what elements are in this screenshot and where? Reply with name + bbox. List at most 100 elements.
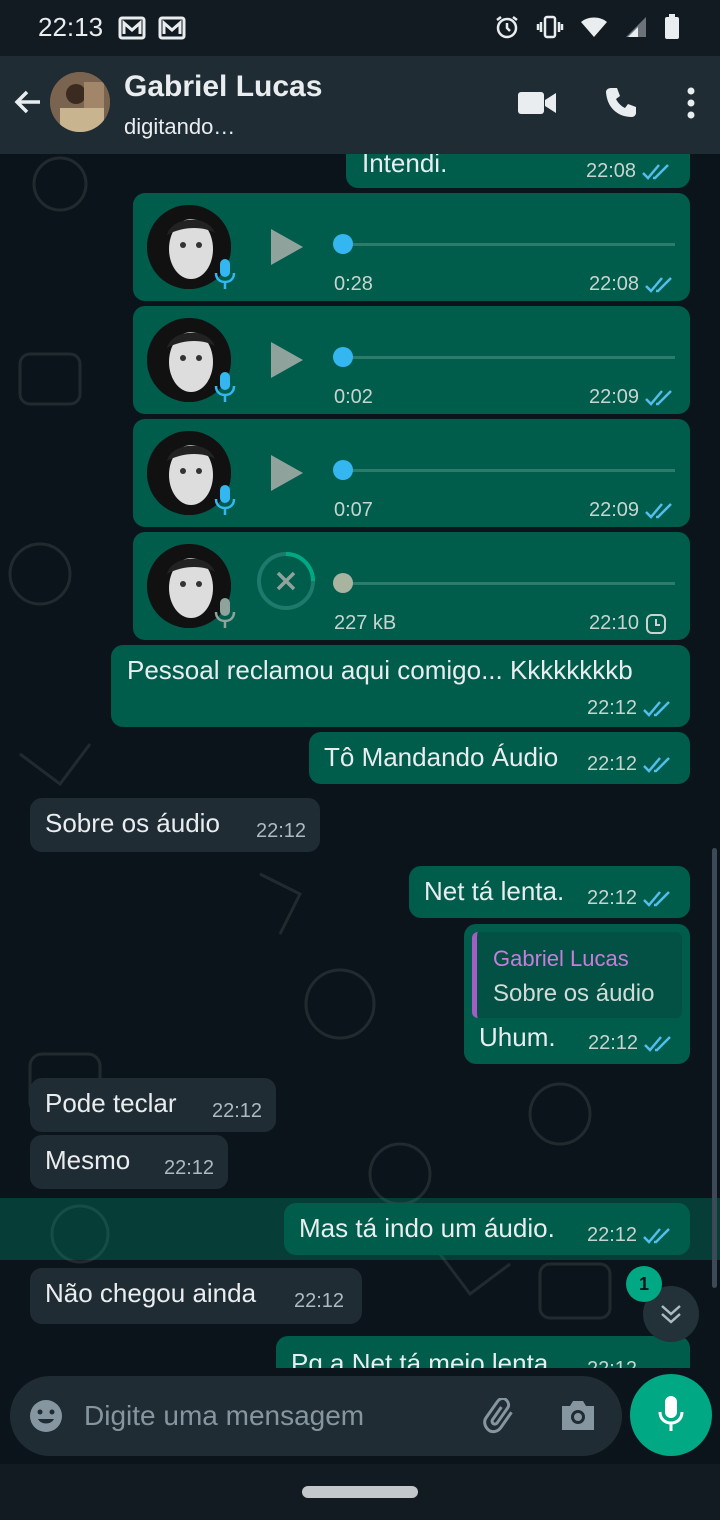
- battery-icon: [665, 14, 679, 39]
- contact-name[interactable]: Gabriel Lucas: [124, 70, 322, 104]
- gmail-icon: [118, 16, 146, 40]
- message-text: Intendi.: [362, 154, 448, 178]
- composer: Digite uma mensagem: [0, 1368, 720, 1464]
- message-time: 22:12: [164, 1157, 215, 1179]
- audio-duration: 0:07: [334, 499, 373, 521]
- microphone-icon: [214, 259, 236, 289]
- message-time: 22:12: [256, 820, 307, 842]
- gmail-icon: [158, 16, 186, 40]
- play-icon[interactable]: [269, 227, 305, 267]
- message-text: Pode teclar: [45, 1088, 177, 1118]
- double-check-read-icon: [642, 163, 669, 180]
- message-outgoing[interactable]: Net tá lenta. 22:12: [409, 866, 690, 918]
- message-text: Sobre os áudio: [45, 808, 220, 838]
- message-time: 22:12: [588, 1032, 639, 1054]
- attach-icon[interactable]: [482, 1398, 522, 1434]
- unread-count-badge: 1: [626, 1266, 662, 1302]
- more-options-icon[interactable]: [686, 87, 696, 119]
- message-text: Pq a Net tá meio lenta: [291, 1348, 549, 1368]
- audio-message[interactable]: 0:07 22:09: [133, 419, 690, 527]
- message-time: 22:09: [589, 386, 640, 408]
- status-bar: 22:13: [0, 0, 720, 56]
- double-check-read-icon: [643, 1227, 670, 1244]
- message-outgoing[interactable]: Pessoal reclamou aqui comigo... Kkkkkkkk…: [111, 645, 690, 727]
- video-call-icon[interactable]: [518, 90, 556, 116]
- double-check-read-icon: [643, 700, 670, 717]
- audio-seek-handle[interactable]: [333, 573, 353, 593]
- message-time: 22:12: [587, 887, 638, 909]
- double-check-read-icon: [645, 389, 672, 406]
- message-text: Uhum.: [479, 1022, 556, 1052]
- audio-size: 227 kB: [334, 612, 397, 634]
- audio-seek-handle[interactable]: [333, 234, 353, 254]
- back-arrow-icon[interactable]: [10, 84, 46, 120]
- message-time: 22:12: [212, 1100, 263, 1122]
- quoted-sender: Gabriel Lucas: [493, 946, 629, 971]
- message-text: Mesmo: [45, 1145, 131, 1175]
- wifi-icon: [581, 17, 607, 37]
- message-incoming[interactable]: Sobre os áudio 22:12: [30, 798, 320, 852]
- chat-header: Gabriel Lucas digitando…: [0, 56, 720, 154]
- message-incoming[interactable]: Não chegou ainda 22:12: [30, 1268, 362, 1324]
- message-time: 22:10: [589, 612, 640, 634]
- double-check-read-icon: [644, 1035, 671, 1052]
- record-voice-button[interactable]: [630, 1374, 712, 1456]
- vibrate-icon: [536, 15, 564, 39]
- message-outgoing-reply[interactable]: Gabriel Lucas Sobre os áudio Uhum. 22:12: [464, 924, 690, 1064]
- message-time: 22:12: [294, 1290, 345, 1312]
- scrollbar[interactable]: [712, 848, 717, 1288]
- audio-message-pending[interactable]: 227 kB 22:10: [133, 532, 690, 640]
- message-outgoing[interactable]: Mas tá indo um áudio. 22:12: [284, 1203, 690, 1255]
- play-icon[interactable]: [269, 453, 305, 493]
- microphone-icon: [214, 598, 236, 628]
- message-outgoing[interactable]: Pq a Net tá meio lenta 22:12: [276, 1336, 690, 1368]
- play-icon[interactable]: [269, 340, 305, 380]
- microphone-icon: [214, 485, 236, 515]
- cancel-upload-icon[interactable]: [255, 550, 317, 612]
- contact-avatar[interactable]: [50, 72, 110, 132]
- message-outgoing[interactable]: Intendi. 22:08: [346, 154, 690, 188]
- message-text: Pessoal reclamou aqui comigo... Kkkkkkkk…: [127, 655, 633, 685]
- message-time: 22:12: [587, 1224, 638, 1246]
- message-time: 22:12: [587, 753, 638, 775]
- chat-area[interactable]: Intendi. 22:08 0:28 22:08 0:02 22:09 0:0…: [0, 154, 720, 1368]
- contact-status: digitando…: [124, 114, 236, 139]
- message-input-container[interactable]: Digite uma mensagem: [10, 1376, 622, 1456]
- clock-pending-icon: [646, 613, 667, 634]
- audio-duration: 0:02: [334, 386, 373, 408]
- message-text: Mas tá indo um áudio.: [299, 1213, 555, 1243]
- message-text: Net tá lenta.: [424, 876, 565, 906]
- message-incoming[interactable]: Mesmo 22:12: [30, 1135, 228, 1189]
- quoted-message[interactable]: Gabriel Lucas Sobre os áudio: [472, 932, 682, 1018]
- message-text: Tô Mandando Áudio: [324, 742, 559, 772]
- message-text: Não chegou ainda: [45, 1278, 257, 1308]
- home-gesture-pill[interactable]: [302, 1486, 418, 1498]
- double-check-read-icon: [643, 890, 670, 907]
- double-check-read-icon: [645, 276, 672, 293]
- audio-seek-handle[interactable]: [333, 347, 353, 367]
- message-incoming[interactable]: Pode teclar 22:12: [30, 1078, 276, 1132]
- status-time: 22:13: [38, 12, 104, 42]
- message-input[interactable]: Digite uma mensagem: [84, 1400, 364, 1432]
- microphone-icon: [214, 372, 236, 402]
- message-outgoing[interactable]: Tô Mandando Áudio 22:12: [309, 732, 690, 784]
- message-time: 22:12: [587, 1358, 637, 1368]
- system-navigation-bar: [0, 1464, 720, 1520]
- message-time: 22:08: [586, 160, 637, 182]
- message-time: 22:09: [589, 499, 640, 521]
- camera-icon[interactable]: [558, 1398, 598, 1432]
- audio-message[interactable]: 0:02 22:09: [133, 306, 690, 414]
- quoted-text: Sobre os áudio: [493, 980, 655, 1007]
- double-check-read-icon: [643, 756, 670, 773]
- double-chevron-down-icon: [661, 1305, 681, 1324]
- message-time: 22:12: [587, 697, 638, 719]
- alarm-icon: [496, 16, 518, 39]
- audio-duration: 0:28: [334, 273, 373, 295]
- signal-icon: [626, 17, 646, 37]
- microphone-icon: [658, 1396, 684, 1431]
- audio-message[interactable]: 0:28 22:08: [133, 193, 690, 301]
- emoji-icon[interactable]: [28, 1398, 64, 1434]
- message-time: 22:08: [589, 273, 640, 295]
- voice-call-icon[interactable]: [604, 86, 638, 120]
- audio-seek-handle[interactable]: [333, 460, 353, 480]
